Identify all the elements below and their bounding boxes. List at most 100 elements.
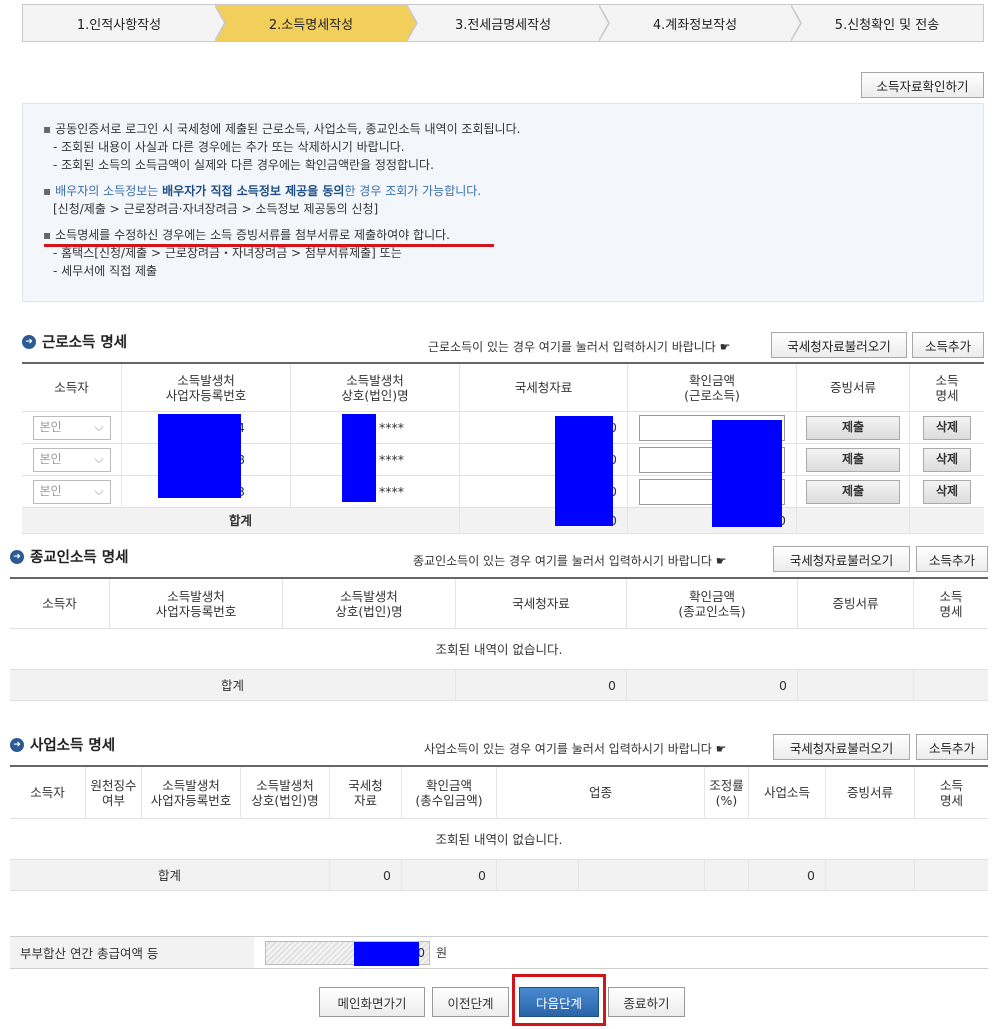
step-5-label: 5.신청확인 및 전송: [834, 17, 940, 33]
religion-section-title: ➜ 종교인소득 명세: [10, 546, 128, 567]
red-underline-highlight: [44, 244, 494, 247]
submit-doc-button[interactable]: 제출: [806, 479, 900, 504]
notice-line2-bold: 배우자가 직접 소득정보 제공을 동의: [162, 184, 345, 198]
notice-line3b: - 세무서에 직접 제출: [53, 264, 158, 278]
sum-nts: 0: [456, 670, 627, 700]
sum-confirm: 0: [402, 860, 497, 890]
col-header: 소득 명세: [939, 777, 963, 808]
col-header: 국세청자료: [456, 579, 627, 628]
col-header: 증빙서류: [797, 364, 910, 411]
notice-line1b: - 조회된 소득의 소득금액이 실제와 다른 경우에는 확인금액란을 정정합니다…: [53, 158, 434, 172]
labor-section-title: ➜ 근로소득 명세: [22, 331, 127, 352]
col-header: 소득발생처 상호(법인)명: [283, 579, 456, 628]
col-header: 소득자: [10, 767, 86, 818]
religion-title-text: 종교인소득 명세: [30, 550, 129, 566]
income-confirm-button[interactable]: 소득자료확인하기: [861, 72, 984, 98]
notice-line2-pre: 배우자의 소득정보는: [55, 184, 163, 198]
step-4-label: 4.계좌정보작성: [652, 17, 738, 33]
step-2-label: 2.소득명세작성: [268, 17, 354, 33]
prev-step-button[interactable]: 이전단계: [432, 987, 509, 1017]
step-progress-bar: 1.인적사항작성 2.소득명세작성 3.전세금명세작성 4.계좌정보작성 5.신…: [22, 4, 984, 42]
couple-total-row: 부부합산 연간 총급여액 등 0 원: [10, 936, 988, 969]
col-header: 국세청 자료: [330, 767, 402, 818]
labor-add-income-button[interactable]: 소득추가: [912, 332, 984, 358]
submit-doc-button[interactable]: 제출: [806, 415, 900, 440]
religion-hint[interactable]: 종교인소득이 있는 경우 여기를 눌러서 입력하시기 바랍니다 ☛: [413, 552, 726, 569]
bullet-arrow-icon: ➜: [10, 549, 24, 564]
step-5: 5.신청확인 및 전송: [791, 5, 983, 41]
col-header: 소득발생처 사업자등록번호: [142, 767, 241, 818]
col-header: 소득발생처 사업자등록번호: [110, 579, 283, 628]
table-header-row: 소득자 소득발생처 사업자등록번호 소득발생처 상호(법인)명 국세청자료 확인…: [22, 364, 984, 412]
step-1: 1.인적사항작성: [23, 4, 226, 42]
redaction-block: [342, 414, 376, 502]
business-add-income-button[interactable]: 소득추가: [916, 734, 988, 760]
col-header: 확인금액 (총수입금액): [402, 767, 497, 818]
sum-nts: 0: [330, 860, 402, 890]
notice-line1: 공동인증서로 로그인 시 국세청에 제출된 근로소득, 사업소득, 종교인소득 …: [55, 122, 521, 136]
table-header-row: 소득자 소득발생처 사업자등록번호 소득발생처 상호(법인)명 국세청자료 확인…: [10, 579, 988, 629]
earner-select[interactable]: 본인 ⌵: [32, 447, 111, 472]
col-header: 확인금액 (근로소득): [628, 364, 797, 411]
earner-select[interactable]: 본인 ⌵: [32, 415, 111, 440]
col-header: 소득자: [22, 364, 122, 411]
step-3-label: 3.전세금명세작성: [454, 17, 552, 33]
earner-select[interactable]: 본인 ⌵: [32, 479, 111, 504]
sum-confirm: 0: [627, 670, 798, 700]
religion-add-income-button[interactable]: 소득추가: [916, 546, 988, 572]
religion-load-nts-button[interactable]: 국세청자료불러오기: [773, 546, 910, 572]
step-4: 4.계좌정보작성: [599, 4, 802, 42]
table-header-row: 소득자 원천징수 여부 소득발생처 사업자등록번호 소득발생처 상호(법인)명 …: [10, 767, 988, 819]
submit-doc-button[interactable]: 제출: [806, 447, 900, 472]
labor-title-text: 근로소득 명세: [42, 335, 128, 351]
delete-row-button[interactable]: 삭제: [923, 447, 971, 472]
couple-total-unit: 원: [436, 946, 448, 960]
labor-hint[interactable]: 근로소득이 있는 경우 여기를 눌러서 입력하시기 바랍니다 ☛: [428, 338, 730, 355]
col-header: 국세청자료: [460, 364, 628, 411]
col-header: 업종: [497, 767, 705, 818]
business-load-nts-button[interactable]: 국세청자료불러오기: [773, 734, 910, 760]
col-header: 소득자: [10, 579, 110, 628]
col-header: 사업소득: [749, 767, 826, 818]
step-2-active: 2.소득명세작성: [215, 4, 418, 42]
main-page-button[interactable]: 메인화면가기: [319, 987, 425, 1017]
business-income-table: 소득자 원천징수 여부 소득발생처 사업자등록번호 소득발생처 상호(법인)명 …: [10, 765, 988, 891]
chevron-down-icon: ⌵: [94, 420, 104, 434]
labor-load-nts-button[interactable]: 국세청자료불러오기: [771, 332, 907, 358]
col-header: 소득 명세: [935, 372, 959, 403]
notice-box: ▪ 공동인증서로 로그인 시 국세청에 제출된 근로소득, 사업소득, 종교인소득…: [22, 103, 984, 302]
business-hint[interactable]: 사업소득이 있는 경우 여기를 눌러서 입력하시기 바랍니다 ☛: [424, 740, 726, 757]
notice-line2a: [신청/제출 > 근로장려금·자녀장려금 > 소득정보 제공동의 신청]: [53, 202, 379, 216]
col-header: 조정률 (%): [705, 767, 749, 818]
bullet-arrow-icon: ➜: [22, 334, 36, 349]
col-header: 증빙서류: [826, 767, 915, 818]
redaction-block: [158, 414, 241, 498]
col-header: 소득발생처 상호(법인)명: [241, 767, 330, 818]
col-header: 소득 명세: [939, 588, 963, 619]
delete-row-button[interactable]: 삭제: [923, 415, 971, 440]
sum-label: 합계: [10, 670, 456, 700]
table-sum-row: 합계 0 0 0: [10, 859, 988, 891]
exit-button[interactable]: 종료하기: [608, 987, 685, 1017]
sum-business-income: 0: [749, 860, 826, 890]
col-header: 증빙서류: [798, 579, 914, 628]
step-1-label: 1.인적사항작성: [76, 17, 162, 33]
next-step-button[interactable]: 다음단계: [519, 987, 599, 1017]
step-3: 3.전세금명세작성: [407, 4, 610, 42]
sum-label: 합계: [22, 508, 460, 533]
sum-label: 합계: [10, 860, 330, 890]
business-title-text: 사업소득 명세: [30, 738, 116, 754]
redaction-block: [354, 942, 419, 966]
redaction-block: [712, 420, 782, 527]
religion-income-table: 소득자 소득발생처 사업자등록번호 소득발생처 상호(법인)명 국세청자료 확인…: [10, 577, 988, 701]
delete-row-button[interactable]: 삭제: [923, 479, 971, 504]
col-header: 소득발생처 상호(법인)명: [291, 364, 460, 411]
empty-message: 조회된 내역이 없습니다.: [435, 831, 563, 847]
notice-line2-post: 한 경우 조회가 가능합니다.: [344, 184, 482, 198]
notice-line3: 소득명세를 수정하신 경우에는 소득 증빙서류를 첨부서류로 제출하여야 합니다…: [55, 228, 450, 242]
col-header: 확인금액 (종교인소득): [627, 579, 798, 628]
redaction-block: [555, 416, 613, 526]
couple-total-label: 부부합산 연간 총급여액 등: [10, 937, 254, 968]
col-header: 원천징수 여부: [86, 767, 142, 818]
bullet-arrow-icon: ➜: [10, 737, 24, 752]
